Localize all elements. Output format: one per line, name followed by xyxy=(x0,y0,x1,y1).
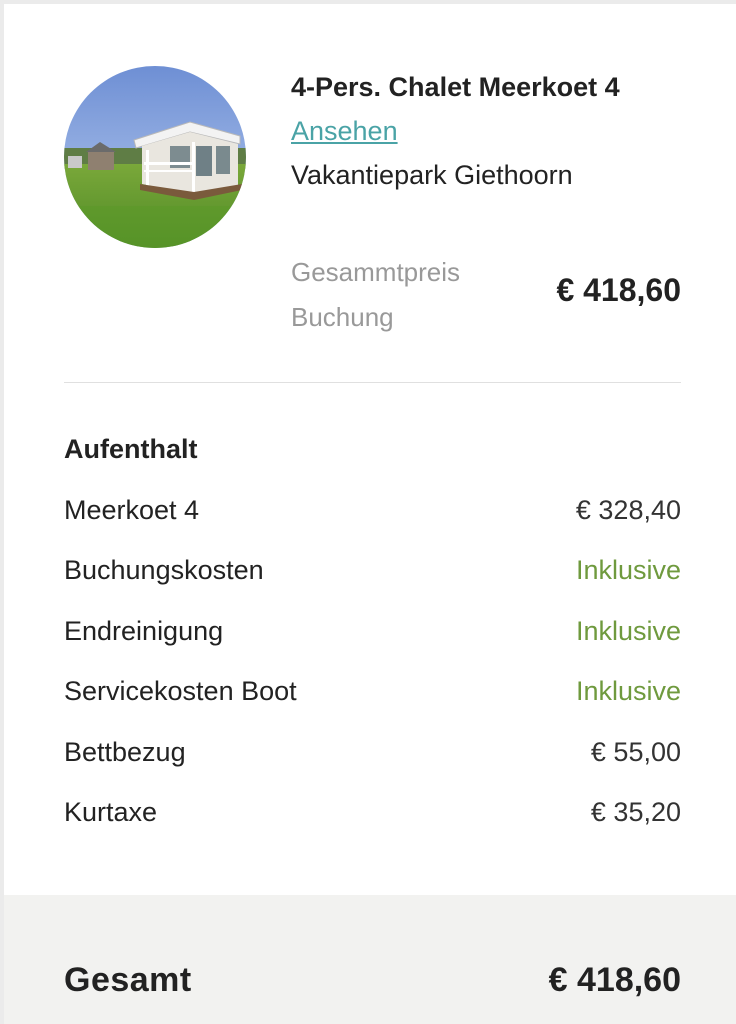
line-item-bed-linen: Bettbezug € 55,00 xyxy=(64,722,681,783)
line-item-value: Inklusive xyxy=(575,615,681,646)
line-item-value: € 55,00 xyxy=(590,736,681,767)
stay-section-title: Aufenthalt xyxy=(64,434,198,464)
stay-line-items: Meerkoet 4 € 328,40 Buchungskosten Inklu… xyxy=(64,480,681,843)
chalet-image xyxy=(64,66,246,248)
booking-total-label-line1: Gesammtpreis xyxy=(291,257,461,287)
line-item-label: Bettbezug xyxy=(64,736,186,767)
line-item-booking-fee: Buchungskosten Inklusive xyxy=(64,541,681,602)
grand-total-label: Gesamt xyxy=(64,961,192,999)
line-item-value: Inklusive xyxy=(575,555,681,586)
line-item-final-cleaning: Endreinigung Inklusive xyxy=(64,601,681,662)
grand-total-value: € 418,60 xyxy=(548,961,681,999)
line-item-boat-service: Servicekosten Boot Inklusive xyxy=(64,662,681,723)
line-item-label: Servicekosten Boot xyxy=(64,676,297,707)
line-item-meerkoet: Meerkoet 4 € 328,40 xyxy=(64,480,681,541)
line-item-value: € 328,40 xyxy=(575,494,681,525)
line-item-value: Inklusive xyxy=(575,676,681,707)
divider xyxy=(64,382,681,383)
line-item-label: Kurtaxe xyxy=(64,797,158,828)
line-item-label: Endreinigung xyxy=(64,615,224,646)
line-item-tourist-tax: Kurtaxe € 35,20 xyxy=(64,783,681,844)
line-item-value: € 35,20 xyxy=(590,797,681,828)
chalet-thumbnail[interactable] xyxy=(64,66,246,248)
total-footer: Gesamt € 418,60 xyxy=(4,895,736,1024)
line-item-label: Buchungskosten xyxy=(64,555,264,586)
booking-total-label: Gesammtpreis Buchung xyxy=(291,250,511,340)
booking-summary-card: 4-Pers. Chalet Meerkoet 4 Ansehen Vakant… xyxy=(4,4,736,1024)
booking-total-value: € 418,60 xyxy=(556,272,681,308)
line-item-label: Meerkoet 4 xyxy=(64,494,200,525)
property-title: 4-Pers. Chalet Meerkoet 4 xyxy=(291,72,620,102)
view-property-link[interactable]: Ansehen xyxy=(291,116,398,147)
booking-total-label-line2: Buchung xyxy=(291,302,394,332)
park-name: Vakantiepark Giethoorn xyxy=(291,160,573,190)
